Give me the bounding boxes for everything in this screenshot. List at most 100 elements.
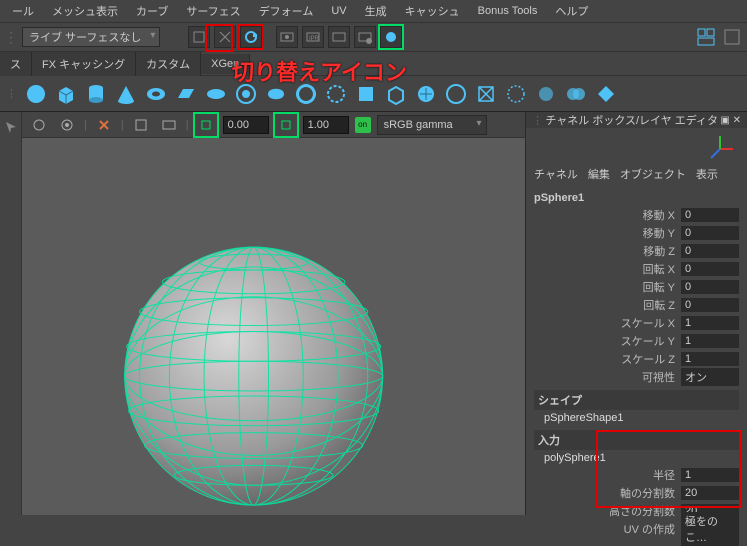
input-line-toggle-icon[interactable] xyxy=(240,26,262,48)
combine-icon[interactable] xyxy=(565,83,587,105)
shape-node-name[interactable]: pSphereShape1 xyxy=(534,410,739,426)
status-toolbar: ⋮ ライブ サーフェスなし IPR xyxy=(0,22,747,52)
gate-icon[interactable] xyxy=(93,114,115,136)
panel-tab-display[interactable]: 表示 xyxy=(696,166,718,182)
render-settings-icon[interactable] xyxy=(354,26,376,48)
attr-value-field[interactable]: 20 xyxy=(681,486,739,500)
attr-value-field[interactable]: オン xyxy=(681,368,739,386)
transform-node-name[interactable]: pSphere1 xyxy=(534,190,739,206)
panel-tab-object[interactable]: オブジェクト xyxy=(620,166,686,182)
channel-box-panel: ⋮ チャネル ボックス/レイヤ エディタ ▣ ✕ チャネル 編集 オブジェクト … xyxy=(525,112,747,515)
menu-help[interactable]: ヘルプ xyxy=(547,0,596,22)
attr-label: 移動 Z xyxy=(534,243,681,259)
resolution-gate-icon[interactable] xyxy=(158,114,180,136)
hypershade-icon[interactable] xyxy=(380,26,402,48)
poly-prism-icon[interactable] xyxy=(505,83,527,105)
camera-icon[interactable] xyxy=(28,114,50,136)
attr-label: 移動 X xyxy=(534,207,681,223)
menu-deform[interactable]: デフォーム xyxy=(251,0,322,22)
poly-helix-icon[interactable] xyxy=(325,83,347,105)
shelf-tab-xgen[interactable]: XGen xyxy=(201,54,250,74)
menu-mesh-display[interactable]: メッシュ表示 xyxy=(44,0,126,22)
keyframe-start-icon[interactable] xyxy=(195,114,217,136)
menu-bonus[interactable]: Bonus Tools xyxy=(470,2,546,20)
attr-value-field[interactable]: 0 xyxy=(681,298,739,312)
colorspace-toggle-icon[interactable]: on xyxy=(355,117,371,133)
menu-curve[interactable]: カーブ xyxy=(128,0,176,22)
poly-cone-icon[interactable] xyxy=(115,83,137,105)
panel-tab-channel[interactable]: チャネル xyxy=(534,166,578,182)
attr-value-field[interactable]: 0 xyxy=(681,280,739,294)
poly-cylinder-icon[interactable] xyxy=(85,83,107,105)
attr-value-field[interactable]: 0 xyxy=(681,244,739,258)
range-start-field[interactable]: 0.00 xyxy=(223,116,269,134)
poly-gear-icon[interactable] xyxy=(355,83,377,105)
menu-generate[interactable]: 生成 xyxy=(357,0,395,22)
toolbox xyxy=(0,112,22,515)
poly-pyramid-icon[interactable] xyxy=(265,83,287,105)
svg-icon[interactable] xyxy=(475,83,497,105)
viewport-panel: | | | 0.00 1.00 on sRGB gamma xyxy=(22,112,525,515)
poly-disc-icon[interactable] xyxy=(205,83,227,105)
snap-toggle-icon[interactable] xyxy=(188,26,210,48)
attr-label: 半径 xyxy=(534,467,681,483)
render-icon[interactable] xyxy=(276,26,298,48)
viewport-toolbar: | | | 0.00 1.00 on sRGB gamma xyxy=(22,112,525,138)
attr-value-field[interactable]: 1 xyxy=(681,468,739,482)
attr-label: 移動 Y xyxy=(534,225,681,241)
shelf-tab-custom[interactable]: カスタム xyxy=(136,52,201,76)
poly-plane-icon[interactable] xyxy=(175,83,197,105)
input-section-header[interactable]: 入力 xyxy=(534,430,739,450)
poly-platonic-icon[interactable] xyxy=(235,83,257,105)
attr-row: 回転 Y0 xyxy=(534,278,739,296)
attr-value-field[interactable]: 0 xyxy=(681,226,739,240)
poly-type-icon[interactable] xyxy=(445,83,467,105)
panel-tab-edit[interactable]: 編集 xyxy=(588,166,610,182)
panel-tabs: チャネル 編集 オブジェクト 表示 xyxy=(526,162,747,186)
attr-value-field[interactable]: 1 xyxy=(681,316,739,330)
shelf-tabs: ス FX キャッシング カスタム XGen xyxy=(0,52,747,76)
viewport-3d[interactable] xyxy=(22,138,525,515)
shelf-tab-0[interactable]: ス xyxy=(0,52,32,76)
construction-history-icon[interactable] xyxy=(214,26,236,48)
poly-torus-icon[interactable] xyxy=(145,83,167,105)
poly-sphere-icon[interactable] xyxy=(25,83,47,105)
poly-superellipse-icon[interactable] xyxy=(415,83,437,105)
workspace-icon[interactable] xyxy=(721,26,743,48)
range-end-field[interactable]: 1.00 xyxy=(303,116,349,134)
poly-soccer-icon[interactable] xyxy=(385,83,407,105)
attr-value-field[interactable]: 0 xyxy=(681,208,739,222)
attr-value-field[interactable]: 1 xyxy=(681,352,739,366)
attr-value-field[interactable]: 0 xyxy=(681,262,739,276)
live-surface-dropdown[interactable]: ライブ サーフェスなし xyxy=(22,27,160,47)
panel-layout-icon[interactable] xyxy=(695,26,717,48)
select-tool-icon[interactable] xyxy=(0,116,22,138)
grid-icon[interactable] xyxy=(130,114,152,136)
poly-cube-icon[interactable] xyxy=(55,83,77,105)
render-view-icon[interactable] xyxy=(328,26,350,48)
menu-cache[interactable]: キャッシュ xyxy=(397,0,468,22)
input-node-name[interactable]: polySphere1 xyxy=(534,450,739,466)
shelf-tab-fx-caching[interactable]: FX キャッシング xyxy=(32,52,136,76)
poly-pipe-icon[interactable] xyxy=(295,83,317,105)
panel-title: チャネル ボックス/レイヤ エディタ xyxy=(543,112,720,128)
keyframe-end-icon[interactable] xyxy=(275,114,297,136)
attr-label: 回転 Z xyxy=(534,297,681,313)
view-icon[interactable] xyxy=(56,114,78,136)
attr-value-field[interactable]: 極をのこ… xyxy=(681,512,739,546)
separate-icon[interactable] xyxy=(595,83,617,105)
shape-section-header[interactable]: シェイプ xyxy=(534,390,739,410)
ipr-render-icon[interactable]: IPR xyxy=(302,26,324,48)
menu-tool[interactable]: ール xyxy=(4,0,42,22)
menu-surface[interactable]: サーフェス xyxy=(178,0,248,22)
input-attr-row: 半径1 xyxy=(534,466,739,484)
attr-row: スケール Z1 xyxy=(534,350,739,368)
panel-dock-icon[interactable]: ▣ ✕ xyxy=(720,115,741,126)
sculpt-icon[interactable] xyxy=(535,83,557,105)
panel-title-bar: ⋮ チャネル ボックス/レイヤ エディタ ▣ ✕ xyxy=(526,112,747,128)
attr-value-field[interactable]: 1 xyxy=(681,334,739,348)
colorspace-dropdown[interactable]: sRGB gamma xyxy=(377,115,487,135)
attr-label: UV の作成 xyxy=(534,521,681,537)
menu-uv[interactable]: UV xyxy=(323,2,354,20)
input-attr-row: UV の作成極をのこ… xyxy=(534,520,739,538)
